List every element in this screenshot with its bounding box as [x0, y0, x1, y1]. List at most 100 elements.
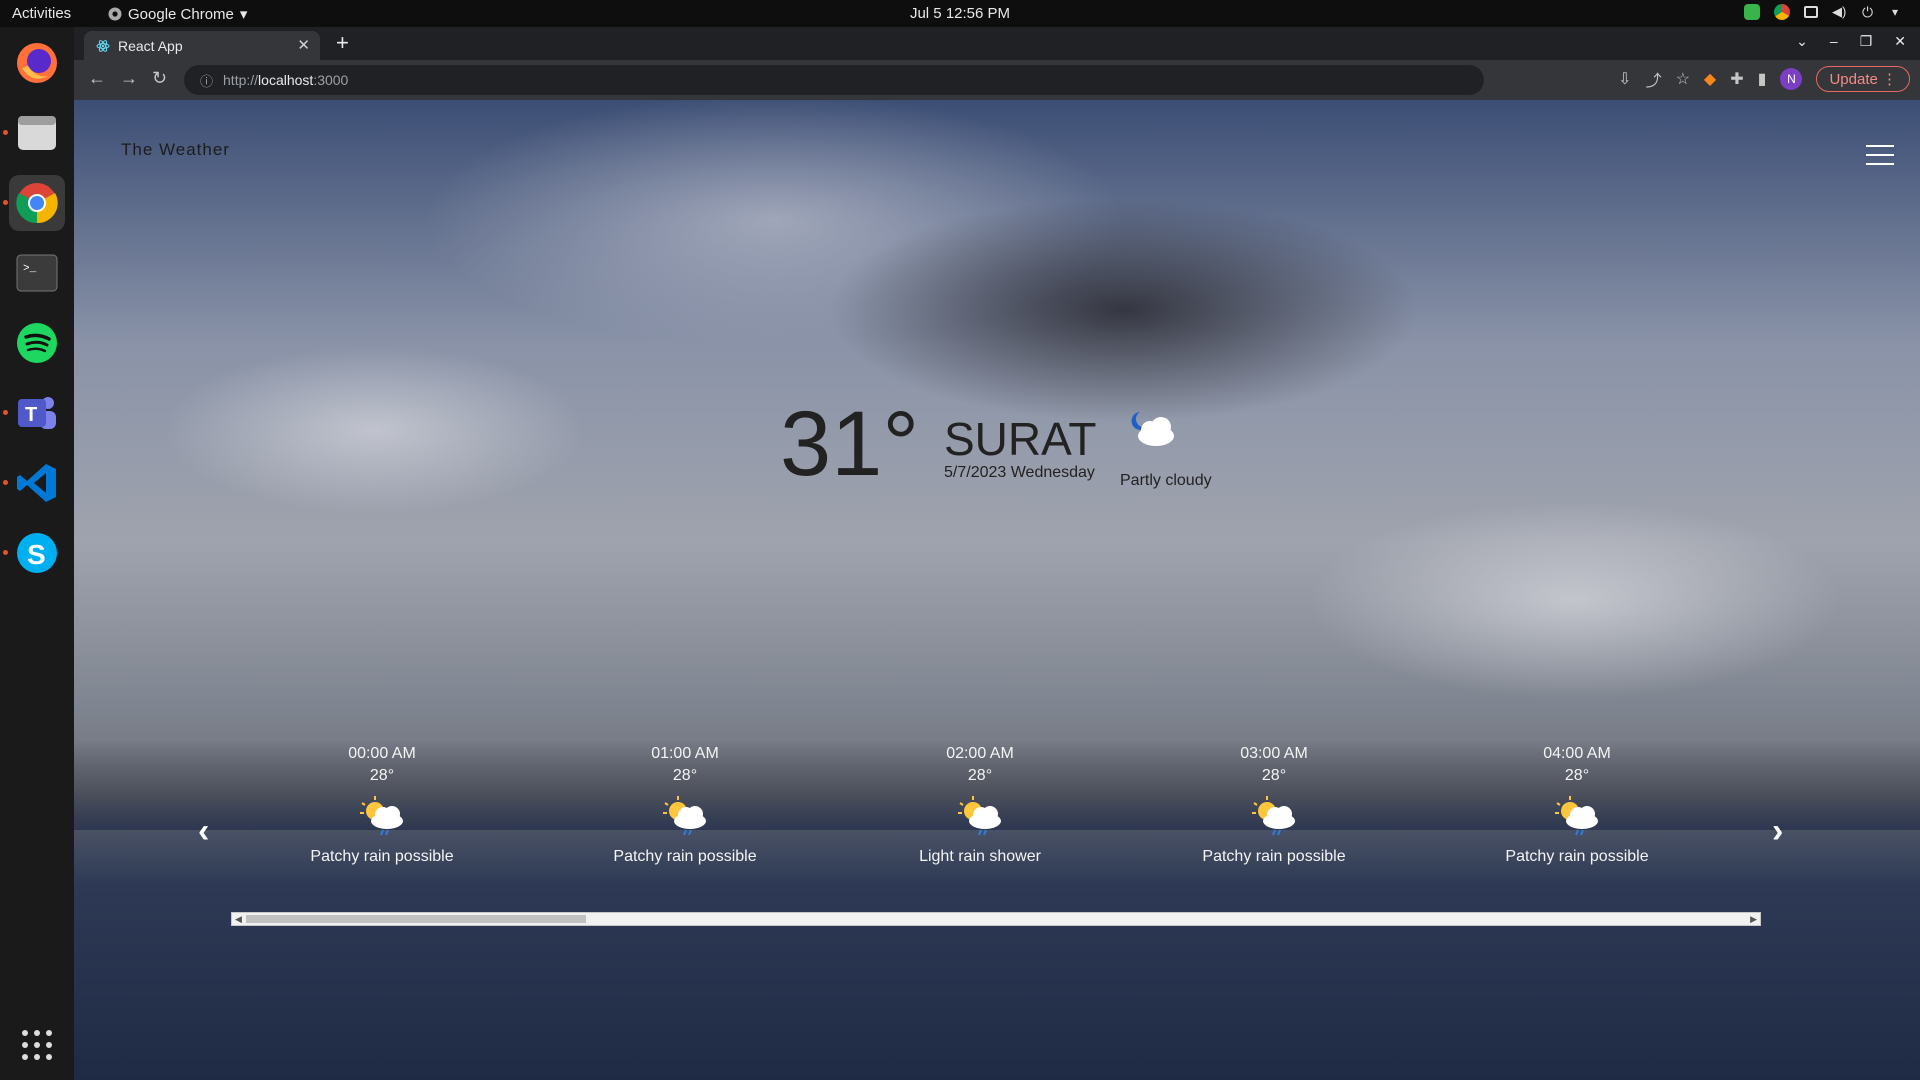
hour-time: 01:00 AM [651, 745, 719, 762]
hour-temp: 28° [967, 767, 993, 784]
dock-files[interactable] [9, 105, 65, 161]
hour-description: Patchy rain possible [1505, 848, 1649, 865]
current-temperature: 31° [780, 393, 920, 495]
light-rain-shower-icon [958, 796, 1001, 836]
share-icon[interactable]: ⤴ [1646, 67, 1662, 91]
dock-vscode[interactable] [9, 455, 65, 511]
forward-icon[interactable]: → [120, 68, 138, 89]
dock-spotify[interactable] [9, 315, 65, 371]
hourly-forecast[interactable]: 00:00 AM 28° Patchy rain possible 01:00 … [74, 745, 1920, 885]
hour-description: Patchy rain possible [310, 848, 454, 865]
spotify-icon [17, 323, 57, 363]
metamask-extension-icon[interactable]: ◆ [1704, 69, 1716, 89]
dock-teams[interactable]: T [9, 385, 65, 441]
scroll-right-small-icon[interactable]: ▶ [1750, 914, 1757, 925]
clock[interactable]: Jul 5 12:56 PM [0, 5, 1920, 22]
patchy-rain-icon [360, 796, 403, 836]
svg-text:>_: >_ [23, 263, 37, 275]
dock-chrome[interactable] [9, 175, 65, 231]
dock-skype[interactable]: S [9, 525, 65, 581]
hour-time: 04:00 AM [1543, 745, 1611, 762]
vscode-icon [17, 464, 56, 502]
horizontal-scrollbar[interactable]: ◀ ▶ [231, 912, 1761, 926]
hour-temp: 28° [1261, 767, 1287, 784]
browser-toolbar: ← → ↻ ⓘ http://localhost:3000 ⇩ ⤴ ☆ ◆ ✚ … [74, 60, 1920, 100]
side-panel-icon[interactable]: ▮ [1758, 69, 1767, 89]
hour-temp: 28° [369, 767, 395, 784]
power-icon[interactable]: ⏻ [1862, 4, 1878, 20]
svg-text:T: T [25, 404, 37, 426]
teams-icon: T [18, 397, 56, 429]
dock-terminal[interactable]: >_ [9, 245, 65, 301]
toolbar-actions: ⇩ ⤴ ☆ ◆ ✚ ▮ N Update ⋮ [1618, 66, 1910, 92]
patchy-rain-icon [1252, 796, 1295, 836]
react-favicon-icon [96, 39, 110, 52]
terminal-icon: >_ [16, 254, 58, 292]
scrollbar-thumb[interactable] [246, 915, 586, 923]
hour-description: Patchy rain possible [1202, 848, 1346, 865]
dock-firefox[interactable] [9, 35, 65, 91]
patchy-rain-icon [1555, 796, 1598, 836]
close-tab-icon[interactable]: ✕ [297, 36, 310, 54]
condition-label: Partly cloudy [1120, 472, 1212, 489]
skype-icon: S [17, 533, 57, 573]
partly-cloudy-night-icon [1131, 412, 1174, 446]
chevron-down-icon[interactable]: ▾ [1892, 4, 1908, 20]
network-icon[interactable] [1804, 6, 1818, 18]
hour-description: Patchy rain possible [613, 848, 757, 865]
firefox-icon [17, 43, 57, 83]
hamburger-menu-icon[interactable] [1866, 145, 1894, 165]
hourly-card: 00:00 AM 28° Patchy rain possible [272, 745, 492, 866]
running-indicator [3, 480, 8, 485]
tab-search-icon[interactable]: ⌄ [1796, 33, 1808, 50]
restore-icon[interactable]: ❐ [1860, 33, 1873, 50]
address-bar[interactable]: ⓘ http://localhost:3000 [184, 65, 1484, 95]
chrome-tray-icon[interactable] [1774, 4, 1790, 20]
new-tab-button[interactable]: + [336, 30, 349, 56]
hour-time: 00:00 AM [348, 745, 416, 762]
tab-strip: React App ✕ + ⌄ – ❐ ✕ [74, 27, 1920, 60]
site-info-icon[interactable]: ⓘ [200, 71, 213, 90]
shield-check-icon[interactable] [1744, 4, 1760, 20]
city-name: SURAT [944, 413, 1097, 465]
hour-description: Light rain shower [919, 848, 1041, 865]
system-tray[interactable]: ◀) ⏻ ▾ [1744, 4, 1908, 20]
dock: >_ T S [0, 27, 74, 1080]
url-text: http://localhost:3000 [223, 72, 349, 88]
weather-page: The Weather 31° SURAT 5/7/2023 Wednesday… [74, 100, 1920, 1080]
bookmark-star-icon[interactable]: ☆ [1676, 69, 1690, 89]
hourly-card: 03:00 AM 28° Patchy rain possible [1164, 745, 1384, 866]
chrome-icon [16, 183, 58, 224]
install-icon[interactable]: ⇩ [1618, 69, 1631, 89]
close-window-icon[interactable]: ✕ [1894, 33, 1906, 50]
running-indicator [3, 130, 8, 135]
dock-show-apps[interactable] [9, 1017, 65, 1073]
profile-avatar[interactable]: N [1780, 68, 1803, 90]
reload-icon[interactable]: ↻ [152, 68, 167, 89]
window-controls: ⌄ – ❐ ✕ [1796, 33, 1906, 50]
app-logo[interactable]: The Weather [121, 140, 230, 160]
running-indicator [3, 410, 8, 415]
tab-react-app[interactable]: React App ✕ [84, 31, 320, 60]
hour-temp: 28° [1564, 767, 1590, 784]
back-icon[interactable]: ← [88, 68, 106, 89]
hourly-card: 01:00 AM 28° Patchy rain possible [575, 745, 795, 866]
running-indicator [3, 550, 8, 555]
app-grid-icon [22, 1030, 52, 1060]
files-icon [18, 116, 56, 150]
patchy-rain-icon [663, 796, 706, 836]
hourly-card: 04:00 AM 28° Patchy rain possible [1467, 745, 1687, 866]
svg-text:S: S [27, 539, 46, 570]
minimize-icon[interactable]: – [1830, 33, 1838, 50]
extensions-puzzle-icon[interactable]: ✚ [1730, 69, 1743, 89]
running-indicator [3, 200, 8, 205]
current-date: 5/7/2023 Wednesday [944, 464, 1095, 481]
system-top-bar: Activities Google Chrome ▾ Jul 5 12:56 P… [0, 0, 1920, 27]
update-button[interactable]: Update ⋮ [1816, 66, 1910, 92]
volume-icon[interactable]: ◀) [1832, 4, 1848, 20]
hour-time: 03:00 AM [1240, 745, 1308, 762]
tab-title: React App [118, 37, 183, 54]
hourly-card: 02:00 AM 28° Light rain shower [870, 745, 1090, 866]
scroll-left-small-icon[interactable]: ◀ [235, 914, 242, 925]
hour-temp: 28° [672, 767, 698, 784]
